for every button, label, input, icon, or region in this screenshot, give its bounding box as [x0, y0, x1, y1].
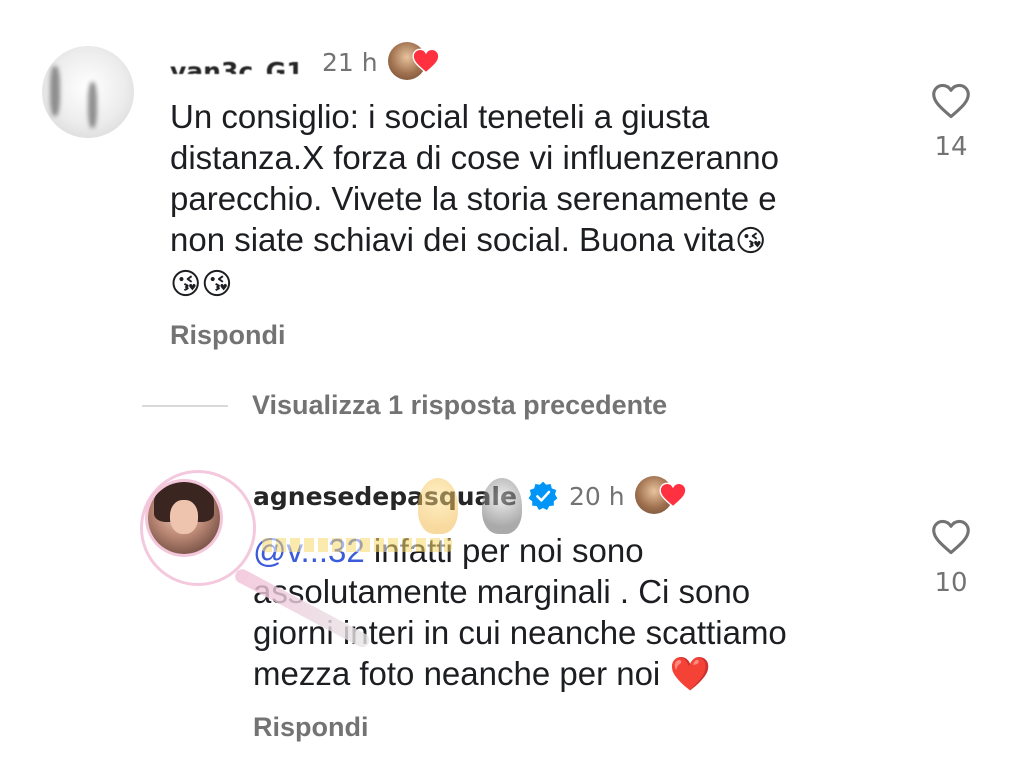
view-previous-replies[interactable]: Visualizza 1 risposta precedente — [142, 390, 667, 421]
comment-line: parecchio. Vivete la storia serenamente … — [170, 180, 777, 217]
like-count: 10 — [934, 568, 968, 598]
comment-line: assolutamente marginali . Ci sono — [253, 573, 751, 610]
creator-liked-badge — [634, 476, 695, 516]
watermark-figure — [418, 478, 458, 534]
heart-outline-icon[interactable] — [930, 518, 972, 556]
reply-button[interactable]: Rispondi — [253, 712, 369, 743]
comment-line: mezza foto neanche per noi — [253, 655, 670, 692]
comment-time: 21 h — [322, 47, 378, 77]
creator-liked-badge — [387, 42, 448, 82]
red-heart-icon — [659, 482, 687, 508]
comment-time: 20 h — [568, 481, 625, 511]
kiss-emoji: 😘 — [201, 268, 233, 301]
commenter-avatar[interactable] — [42, 46, 134, 138]
comment-body: @v...32 infatti per noi sono assolutamen… — [253, 530, 913, 694]
like-column: 14 — [921, 82, 981, 162]
thread-divider — [142, 404, 228, 407]
comment-line: non siate schiavi dei social. Buona vita — [170, 221, 735, 258]
like-column: 10 — [921, 518, 981, 598]
kiss-emoji: 😘 — [170, 268, 202, 301]
reply-button[interactable]: Rispondi — [170, 320, 286, 351]
kiss-emoji: 😘 — [735, 225, 767, 258]
watermark-banner — [262, 538, 452, 552]
comments-screen: van3c_G1 21 h Un consiglio: i social ten… — [0, 0, 1024, 784]
comment-body: Un consiglio: i social teneteli a giusta… — [170, 96, 890, 305]
red-heart-emoji: ❤️ — [669, 655, 711, 692]
comment-header: van3c_G1 21 h — [170, 42, 448, 82]
commenter-username[interactable]: van3c_G1 — [170, 50, 312, 74]
verified-badge-icon — [528, 481, 558, 510]
view-replies-label[interactable]: Visualizza 1 risposta precedente — [252, 390, 667, 421]
like-count: 14 — [934, 132, 968, 162]
comment-header: agnesedepasquale 20 h — [253, 476, 695, 516]
comment-line: distanza.X forza di cose vi influenzeran… — [170, 139, 780, 176]
comment-line: Un consiglio: i social teneteli a giusta — [170, 98, 710, 135]
watermark-figure — [482, 478, 522, 534]
red-heart-icon — [412, 48, 440, 74]
heart-outline-icon[interactable] — [930, 82, 972, 120]
author-username[interactable]: agnesedepasquale — [253, 482, 517, 511]
